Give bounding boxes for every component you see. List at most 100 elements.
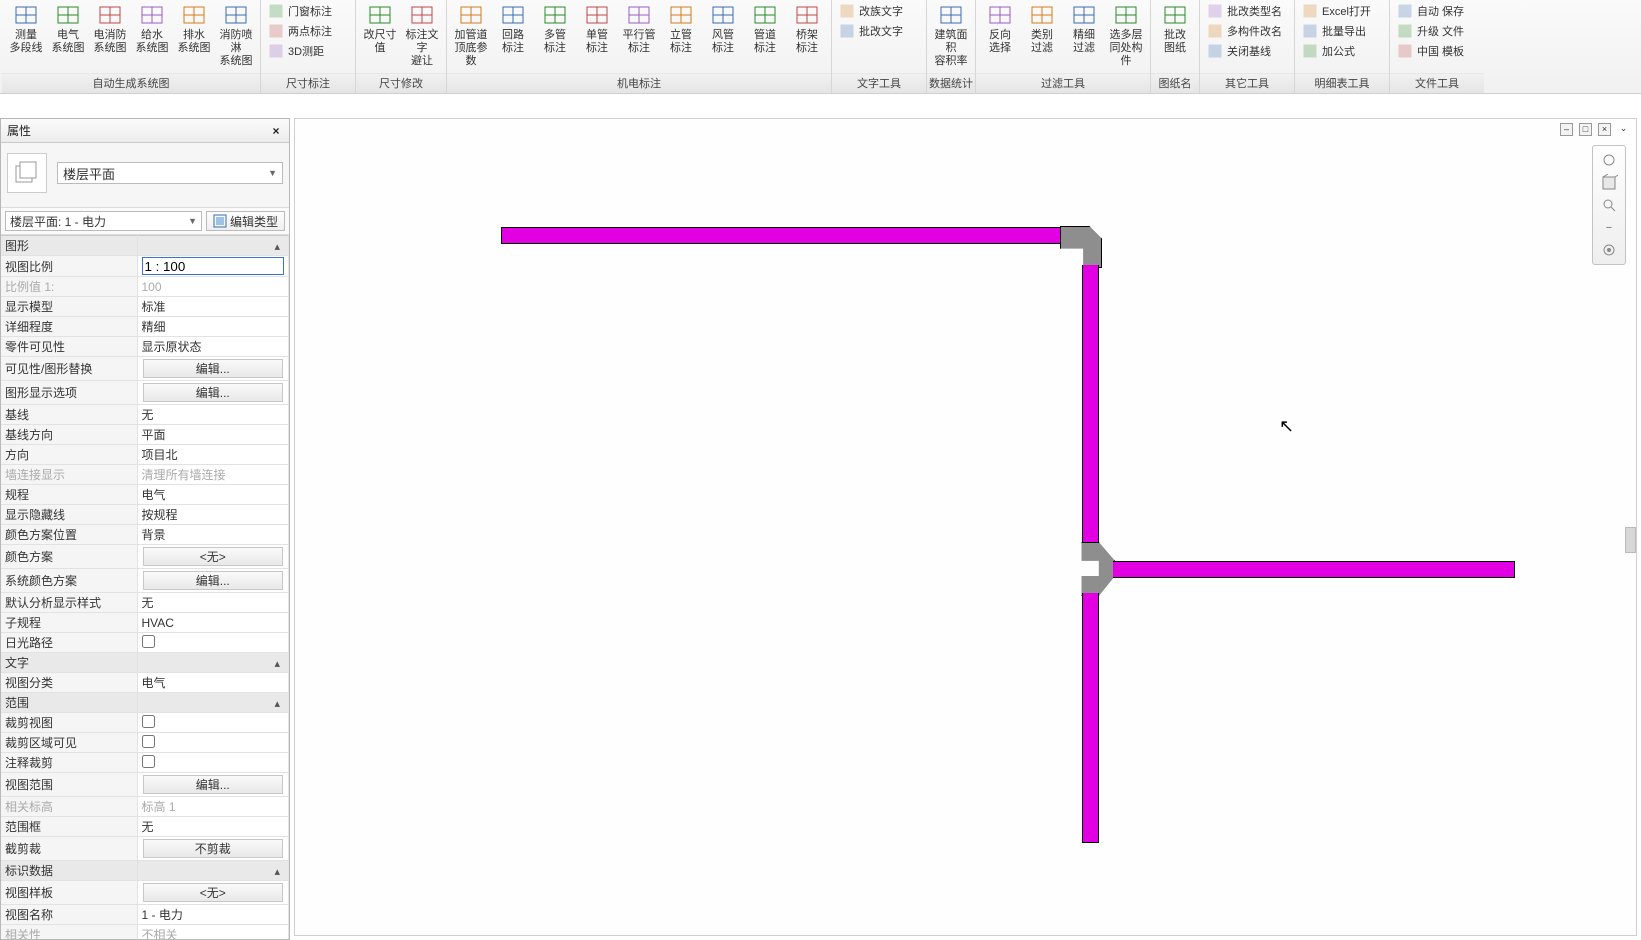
property-section-header[interactable]: 标识数据 xyxy=(1,861,289,881)
property-row[interactable]: 裁剪区域可见 xyxy=(1,733,289,753)
property-row[interactable]: 视图样板<无> xyxy=(1,881,289,905)
close-button[interactable]: × xyxy=(1598,123,1611,136)
ribbon-button[interactable]: Excel打开 xyxy=(1298,1,1386,21)
property-value[interactable]: HVAC xyxy=(137,613,289,633)
property-value[interactable]: 标高 1 xyxy=(137,797,289,817)
ribbon-button[interactable]: 管道标注 xyxy=(744,1,786,55)
checkbox[interactable] xyxy=(142,735,155,748)
minimize-button[interactable]: – xyxy=(1560,123,1573,136)
checkbox[interactable] xyxy=(142,755,155,768)
home-icon[interactable] xyxy=(1598,150,1620,170)
property-value[interactable]: 显示原状态 xyxy=(137,337,289,357)
edit-type-button[interactable]: 编辑类型 xyxy=(206,211,285,231)
property-row[interactable]: 墙连接显示清理所有墙连接 xyxy=(1,465,289,485)
property-row[interactable]: 规程电气 xyxy=(1,485,289,505)
edit-button[interactable]: 编辑... xyxy=(143,359,284,378)
ribbon-button[interactable]: 类别过滤 xyxy=(1021,1,1063,55)
property-value[interactable]: 背景 xyxy=(137,525,289,545)
property-row[interactable]: 截剪裁不剪裁 xyxy=(1,837,289,861)
property-row[interactable]: 零件可见性显示原状态 xyxy=(1,337,289,357)
property-row[interactable]: 子规程HVAC xyxy=(1,613,289,633)
drawing-canvas[interactable]: – □ × ⌄ − ↖ xyxy=(294,118,1637,936)
ribbon-button[interactable]: 中国 模板 xyxy=(1393,41,1481,61)
property-row[interactable]: 显示模型标准 xyxy=(1,297,289,317)
property-value[interactable]: 项目北 xyxy=(137,445,289,465)
pipe-fitting-tee[interactable] xyxy=(1061,542,1115,596)
property-row[interactable]: 详细程度精细 xyxy=(1,317,289,337)
edit-button[interactable]: <无> xyxy=(143,883,284,902)
ribbon-button[interactable]: 平行管标注 xyxy=(618,1,660,55)
navigation-bar[interactable]: − xyxy=(1592,145,1626,265)
scrollbar-handle[interactable] xyxy=(1625,527,1636,553)
properties-title-bar[interactable]: 属性 × xyxy=(1,119,289,143)
property-row[interactable]: 颜色方案位置背景 xyxy=(1,525,289,545)
ribbon-button[interactable]: 改族文字 xyxy=(835,1,923,21)
ribbon-button[interactable]: 批改类型名 xyxy=(1203,1,1291,21)
checkbox[interactable] xyxy=(142,715,155,728)
cube-icon[interactable] xyxy=(1598,173,1620,193)
checkbox[interactable] xyxy=(142,635,155,648)
property-value[interactable]: 编辑... xyxy=(137,357,289,381)
ribbon-button[interactable]: 多构件改名 xyxy=(1203,21,1291,41)
property-value[interactable] xyxy=(137,753,289,773)
property-row[interactable]: 相关标高标高 1 xyxy=(1,797,289,817)
property-row[interactable]: 图形显示选项编辑... xyxy=(1,381,289,405)
property-value[interactable]: 电气 xyxy=(137,485,289,505)
property-row[interactable]: 注释裁剪 xyxy=(1,753,289,773)
property-row[interactable]: 基线方向平面 xyxy=(1,425,289,445)
property-value[interactable]: <无> xyxy=(137,881,289,905)
property-value[interactable]: 标准 xyxy=(137,297,289,317)
property-section-header[interactable]: 文字 xyxy=(1,653,289,673)
ribbon-button[interactable]: 给水系统图 xyxy=(131,1,173,55)
edit-button[interactable]: 编辑... xyxy=(143,571,284,590)
property-value[interactable] xyxy=(137,633,289,653)
steering-icon[interactable] xyxy=(1598,240,1620,260)
property-row[interactable]: 默认分析显示样式无 xyxy=(1,593,289,613)
property-value[interactable]: 平面 xyxy=(137,425,289,445)
property-value[interactable]: 电气 xyxy=(137,673,289,693)
property-row[interactable]: 可见性/图形替换编辑... xyxy=(1,357,289,381)
view-selector[interactable]: 楼层平面: 1 - 电力 ▼ xyxy=(5,211,202,231)
ribbon-button[interactable]: 两点标注 xyxy=(264,21,352,41)
ribbon-button[interactable]: 批改图纸 xyxy=(1154,1,1196,55)
ribbon-button[interactable]: 多管标注 xyxy=(534,1,576,55)
ribbon-button[interactable]: 标注文字避让 xyxy=(401,1,443,69)
edit-button[interactable]: 编辑... xyxy=(143,383,284,402)
ribbon-button[interactable]: 测量多段线 xyxy=(5,1,47,55)
ribbon-button[interactable]: 自动 保存 xyxy=(1393,1,1481,21)
ribbon-button[interactable]: 3D测距 xyxy=(264,41,352,61)
property-row[interactable]: 视图范围编辑... xyxy=(1,773,289,797)
ribbon-button[interactable]: 批量导出 xyxy=(1298,21,1386,41)
ribbon-button[interactable]: 批改文字 xyxy=(835,21,923,41)
edit-button[interactable]: 不剪裁 xyxy=(143,839,284,858)
ribbon-button[interactable]: 门窗标注 xyxy=(264,1,352,21)
pipe-segment[interactable] xyxy=(1082,265,1099,550)
restore-button[interactable]: □ xyxy=(1579,123,1592,136)
ribbon-button[interactable]: 加公式 xyxy=(1298,41,1386,61)
property-value[interactable]: 不剪裁 xyxy=(137,837,289,861)
property-row[interactable]: 方向项目北 xyxy=(1,445,289,465)
property-value[interactable]: 清理所有墙连接 xyxy=(137,465,289,485)
ribbon-button[interactable]: 电消防系统图 xyxy=(89,1,131,55)
ribbon-button[interactable]: 加管道顶底参数 xyxy=(450,1,492,69)
ribbon-button[interactable]: 反向选择 xyxy=(979,1,1021,55)
property-value[interactable]: 不相关 xyxy=(137,925,289,940)
type-combo[interactable]: 楼层平面 ▼ xyxy=(57,162,283,184)
ribbon-button[interactable]: 消防喷淋系统图 xyxy=(215,1,257,69)
property-section-header[interactable]: 范围 xyxy=(1,693,289,713)
pipe-fitting-elbow[interactable] xyxy=(1060,226,1102,268)
property-row[interactable]: 比例值 1:100 xyxy=(1,277,289,297)
property-row[interactable]: 相关性不相关 xyxy=(1,925,289,940)
property-value[interactable] xyxy=(137,256,289,277)
pipe-segment[interactable] xyxy=(501,227,1061,244)
pipe-segment[interactable] xyxy=(1113,561,1515,578)
text-input[interactable] xyxy=(142,257,285,275)
ribbon-button[interactable]: 精细过滤 xyxy=(1063,1,1105,55)
property-value[interactable]: 无 xyxy=(137,593,289,613)
property-value[interactable]: 无 xyxy=(137,817,289,837)
pipe-segment[interactable] xyxy=(1082,593,1099,843)
property-row[interactable]: 范围框无 xyxy=(1,817,289,837)
property-row[interactable]: 视图名称1 - 电力 xyxy=(1,905,289,925)
property-value[interactable]: 编辑... xyxy=(137,569,289,593)
ribbon-button[interactable]: 单管标注 xyxy=(576,1,618,55)
